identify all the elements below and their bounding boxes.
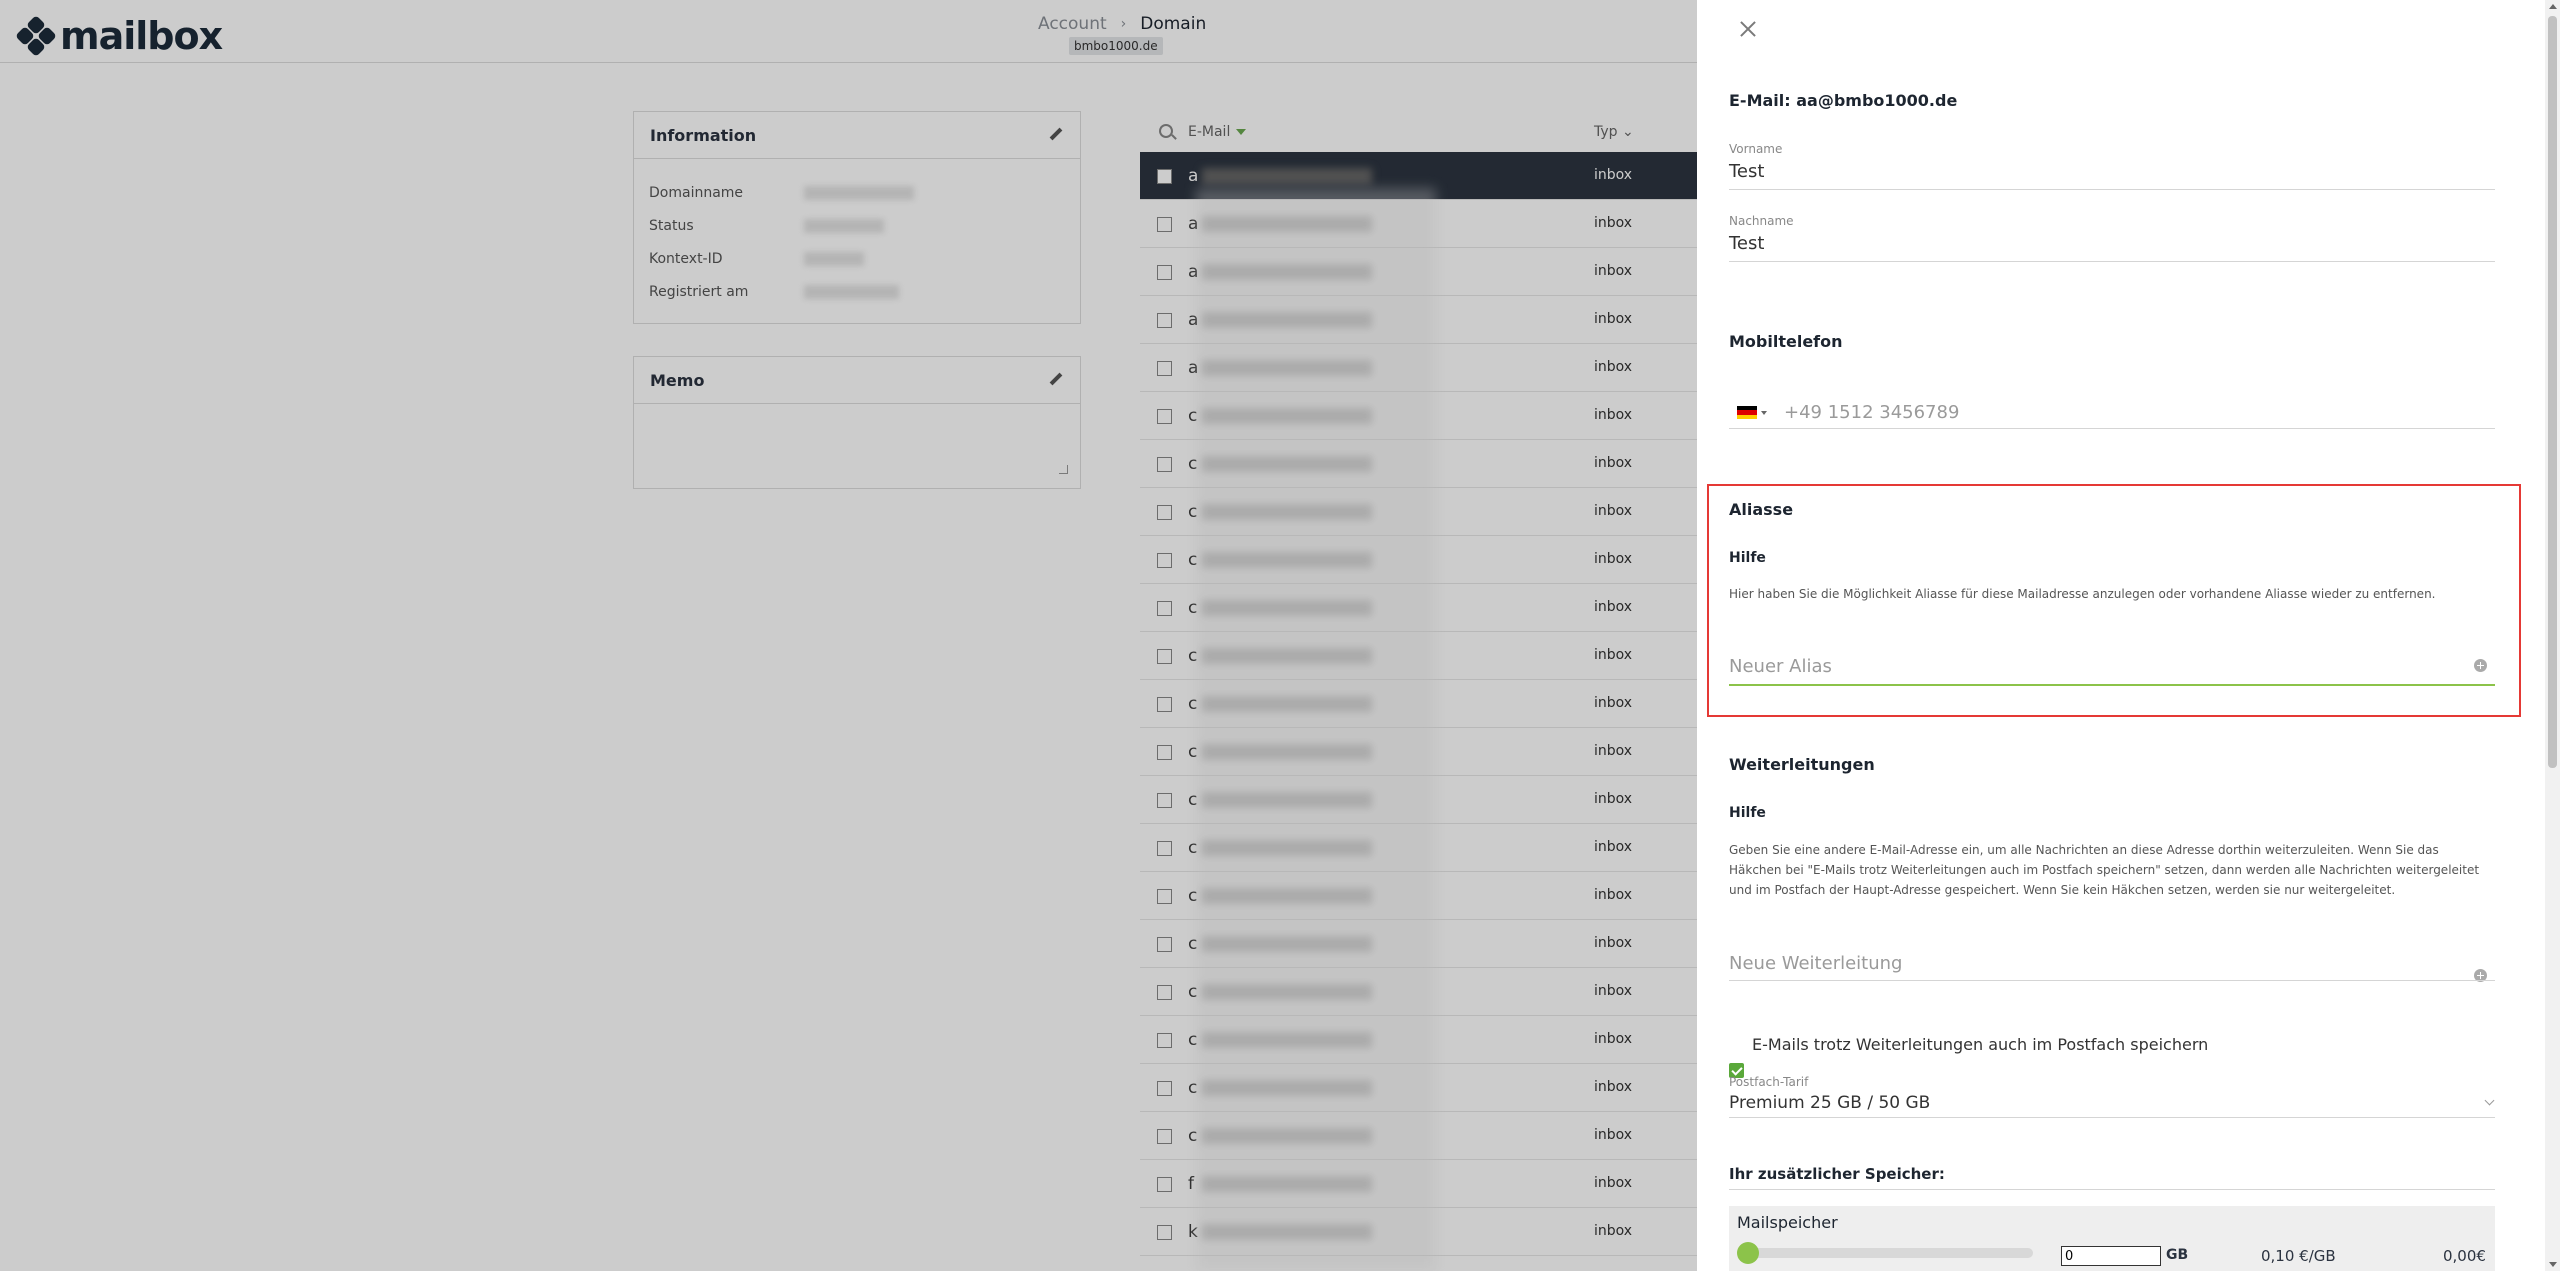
close-icon[interactable] <box>1737 18 1759 40</box>
modal-backdrop[interactable] <box>0 0 1697 1271</box>
scrollbar-thumb[interactable] <box>2548 16 2557 768</box>
aliasse-help-title: Hilfe <box>1729 550 1766 566</box>
panel-scrollbar[interactable] <box>2545 0 2560 1271</box>
tarif-label: Postfach-Tarif <box>1729 1075 1809 1089</box>
new-forwarding-input[interactable]: Neue Weiterleitung <box>1729 953 1902 974</box>
mailspeicher-row: Mailspeicher GB 0,10 €/GB 0,00€ <box>1729 1206 2495 1271</box>
tarif-select[interactable]: Premium 25 GB / 50 GB <box>1729 1093 1930 1113</box>
germany-flag-icon <box>1737 406 1757 419</box>
panel-title: E-Mail: aa@bmbo1000.de <box>1729 91 1958 110</box>
divider <box>1729 261 2495 262</box>
storage-total: 0,00€ <box>2443 1247 2486 1265</box>
weiterleitungen-help-text: Geben Sie eine andere E-Mail-Adresse ein… <box>1729 843 2480 897</box>
mobile-phone-input[interactable]: +49 1512 3456789 <box>1784 402 1959 423</box>
divider <box>1729 1189 2495 1190</box>
alias-input-underline <box>1729 684 2495 686</box>
aliasse-help-text: Hier haben Sie die Möglichkeit Aliasse f… <box>1729 587 2436 601</box>
scroll-up-icon[interactable] <box>2549 4 2557 9</box>
keep-copy-label: E-Mails trotz Weiterleitungen auch im Po… <box>1752 1035 2209 1054</box>
storage-unit: GB <box>2166 1247 2189 1263</box>
chevron-down-icon <box>1761 410 1767 415</box>
weiterleitungen-help-title: Hilfe <box>1729 805 1766 821</box>
nachname-field[interactable]: Test <box>1729 233 1764 254</box>
mailspeicher-label: Mailspeicher <box>1737 1213 1838 1232</box>
extra-storage-title: Ihr zusätzlicher Speicher: <box>1729 1165 1945 1183</box>
divider <box>1729 1117 2495 1118</box>
weiterleitungen-title: Weiterleitungen <box>1729 755 1875 774</box>
storage-slider-track[interactable] <box>1751 1248 2033 1258</box>
vorname-label: Vorname <box>1729 142 1783 156</box>
storage-gb-input[interactable] <box>2061 1246 2161 1266</box>
add-alias-icon[interactable] <box>2474 659 2487 672</box>
aliasse-title: Aliasse <box>1729 500 1794 519</box>
nachname-label: Nachname <box>1729 214 1794 228</box>
divider <box>1729 428 2495 429</box>
country-selector[interactable] <box>1737 406 1767 419</box>
divider <box>1729 980 2495 981</box>
mobiltelefon-title: Mobiltelefon <box>1729 332 1843 351</box>
storage-slider-handle[interactable] <box>1737 1242 1759 1264</box>
storage-price: 0,10 €/GB <box>2261 1247 2336 1265</box>
mailbox-edit-panel: E-Mail: aa@bmbo1000.de Vorname Test Nach… <box>1697 0 2560 1271</box>
vorname-field[interactable]: Test <box>1729 161 1764 182</box>
scroll-down-icon[interactable] <box>2549 1262 2557 1267</box>
new-alias-input[interactable]: Neuer Alias <box>1729 656 1832 677</box>
chevron-down-icon[interactable] <box>2484 1095 2495 1106</box>
divider <box>1729 189 2495 190</box>
